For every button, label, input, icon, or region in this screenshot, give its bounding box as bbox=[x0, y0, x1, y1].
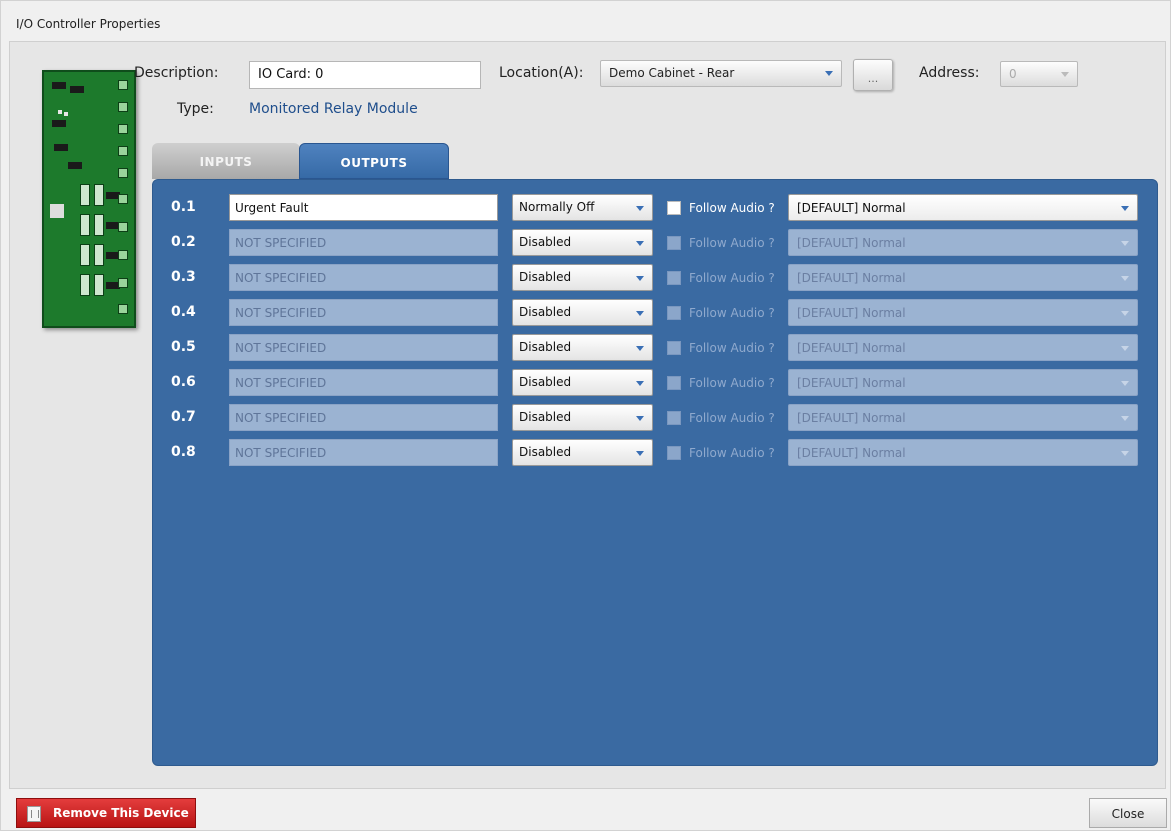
audio-select[interactable]: [DEFAULT] Normal bbox=[788, 299, 1138, 326]
tab-outputs[interactable]: OUTPUTS bbox=[299, 143, 449, 179]
chevron-down-icon bbox=[1121, 381, 1129, 386]
io-controller-dialog: I/O Controller Properties Description: I… bbox=[0, 0, 1171, 831]
chevron-down-icon bbox=[636, 451, 644, 456]
output-name-input[interactable]: NOT SPECIFIED bbox=[229, 264, 498, 291]
chevron-down-icon bbox=[1121, 206, 1129, 211]
audio-select[interactable]: [DEFAULT] Normal bbox=[788, 334, 1138, 361]
output-name-input[interactable]: NOT SPECIFIED bbox=[229, 299, 498, 326]
output-number: 0.6 bbox=[171, 374, 196, 390]
description-label: Description: bbox=[134, 65, 219, 81]
follow-audio-checkbox[interactable] bbox=[667, 306, 681, 320]
location-label: Location(A): bbox=[499, 65, 584, 81]
audio-select[interactable]: [DEFAULT] Normal bbox=[788, 264, 1138, 291]
output-mode-select[interactable]: Disabled bbox=[512, 439, 653, 466]
chevron-down-icon bbox=[636, 346, 644, 351]
output-name-input[interactable]: NOT SPECIFIED bbox=[229, 404, 498, 431]
location-select[interactable]: Demo Cabinet - Rear bbox=[600, 60, 842, 87]
follow-audio-label: Follow Audio ? bbox=[689, 271, 775, 285]
audio-select[interactable]: [DEFAULT] Normal bbox=[788, 229, 1138, 256]
output-mode-select[interactable]: Normally Off bbox=[512, 194, 653, 221]
output-mode-select[interactable]: Disabled bbox=[512, 264, 653, 291]
output-number: 0.8 bbox=[171, 444, 196, 460]
audio-select[interactable]: [DEFAULT] Normal bbox=[788, 439, 1138, 466]
output-mode-select[interactable]: Disabled bbox=[512, 299, 653, 326]
location-value: Demo Cabinet - Rear bbox=[609, 66, 735, 80]
window-title: I/O Controller Properties bbox=[16, 17, 161, 31]
tab-inputs[interactable]: INPUTS bbox=[152, 143, 300, 179]
audio-select[interactable]: [DEFAULT] Normal bbox=[788, 194, 1138, 221]
audio-select[interactable]: [DEFAULT] Normal bbox=[788, 404, 1138, 431]
output-name-input[interactable]: Urgent Fault bbox=[229, 194, 498, 221]
output-mode-select[interactable]: Disabled bbox=[512, 334, 653, 361]
address-select[interactable]: 0 bbox=[1000, 61, 1078, 87]
output-name-input[interactable]: NOT SPECIFIED bbox=[229, 369, 498, 396]
chevron-down-icon bbox=[636, 416, 644, 421]
follow-audio-checkbox[interactable] bbox=[667, 201, 681, 215]
output-mode-select[interactable]: Disabled bbox=[512, 369, 653, 396]
chevron-down-icon bbox=[1121, 311, 1129, 316]
close-button[interactable]: Close bbox=[1089, 798, 1167, 828]
chevron-down-icon bbox=[636, 311, 644, 316]
output-mode-select[interactable]: Disabled bbox=[512, 229, 653, 256]
chevron-down-icon bbox=[1121, 276, 1129, 281]
output-number: 0.2 bbox=[171, 234, 196, 250]
browse-location-button[interactable]: ... bbox=[853, 59, 893, 91]
chevron-down-icon bbox=[636, 276, 644, 281]
output-number: 0.3 bbox=[171, 269, 196, 285]
chevron-down-icon bbox=[636, 241, 644, 246]
chevron-down-icon bbox=[636, 206, 644, 211]
follow-audio-label: Follow Audio ? bbox=[689, 306, 775, 320]
description-input[interactable]: IO Card: 0 bbox=[249, 61, 481, 89]
follow-audio-label: Follow Audio ? bbox=[689, 201, 775, 215]
circuit-board-image bbox=[42, 70, 136, 328]
type-label: Type: bbox=[177, 101, 214, 117]
follow-audio-checkbox[interactable] bbox=[667, 341, 681, 355]
output-number: 0.5 bbox=[171, 339, 196, 355]
output-number: 0.7 bbox=[171, 409, 196, 425]
remove-device-label: Remove This Device bbox=[53, 806, 189, 820]
audio-select[interactable]: [DEFAULT] Normal bbox=[788, 369, 1138, 396]
follow-audio-checkbox[interactable] bbox=[667, 376, 681, 390]
follow-audio-label: Follow Audio ? bbox=[689, 446, 775, 460]
output-mode-select[interactable]: Disabled bbox=[512, 404, 653, 431]
type-value: Monitored Relay Module bbox=[249, 101, 418, 117]
output-number: 0.4 bbox=[171, 304, 196, 320]
follow-audio-label: Follow Audio ? bbox=[689, 376, 775, 390]
output-name-input[interactable]: NOT SPECIFIED bbox=[229, 334, 498, 361]
follow-audio-checkbox[interactable] bbox=[667, 236, 681, 250]
address-value: 0 bbox=[1009, 67, 1017, 81]
chevron-down-icon bbox=[636, 381, 644, 386]
follow-audio-label: Follow Audio ? bbox=[689, 236, 775, 250]
trash-icon bbox=[27, 806, 41, 822]
follow-audio-checkbox[interactable] bbox=[667, 271, 681, 285]
chevron-down-icon bbox=[1121, 451, 1129, 456]
follow-audio-checkbox[interactable] bbox=[667, 411, 681, 425]
output-number: 0.1 bbox=[171, 199, 196, 215]
output-name-input[interactable]: NOT SPECIFIED bbox=[229, 439, 498, 466]
remove-device-button[interactable]: Remove This Device bbox=[16, 798, 196, 828]
chevron-down-icon bbox=[1061, 72, 1069, 77]
output-name-input[interactable]: NOT SPECIFIED bbox=[229, 229, 498, 256]
follow-audio-label: Follow Audio ? bbox=[689, 411, 775, 425]
address-label: Address: bbox=[919, 65, 980, 81]
follow-audio-checkbox[interactable] bbox=[667, 446, 681, 460]
follow-audio-label: Follow Audio ? bbox=[689, 341, 775, 355]
chevron-down-icon bbox=[1121, 346, 1129, 351]
chevron-down-icon bbox=[1121, 241, 1129, 246]
chevron-down-icon bbox=[825, 71, 833, 76]
chevron-down-icon bbox=[1121, 416, 1129, 421]
